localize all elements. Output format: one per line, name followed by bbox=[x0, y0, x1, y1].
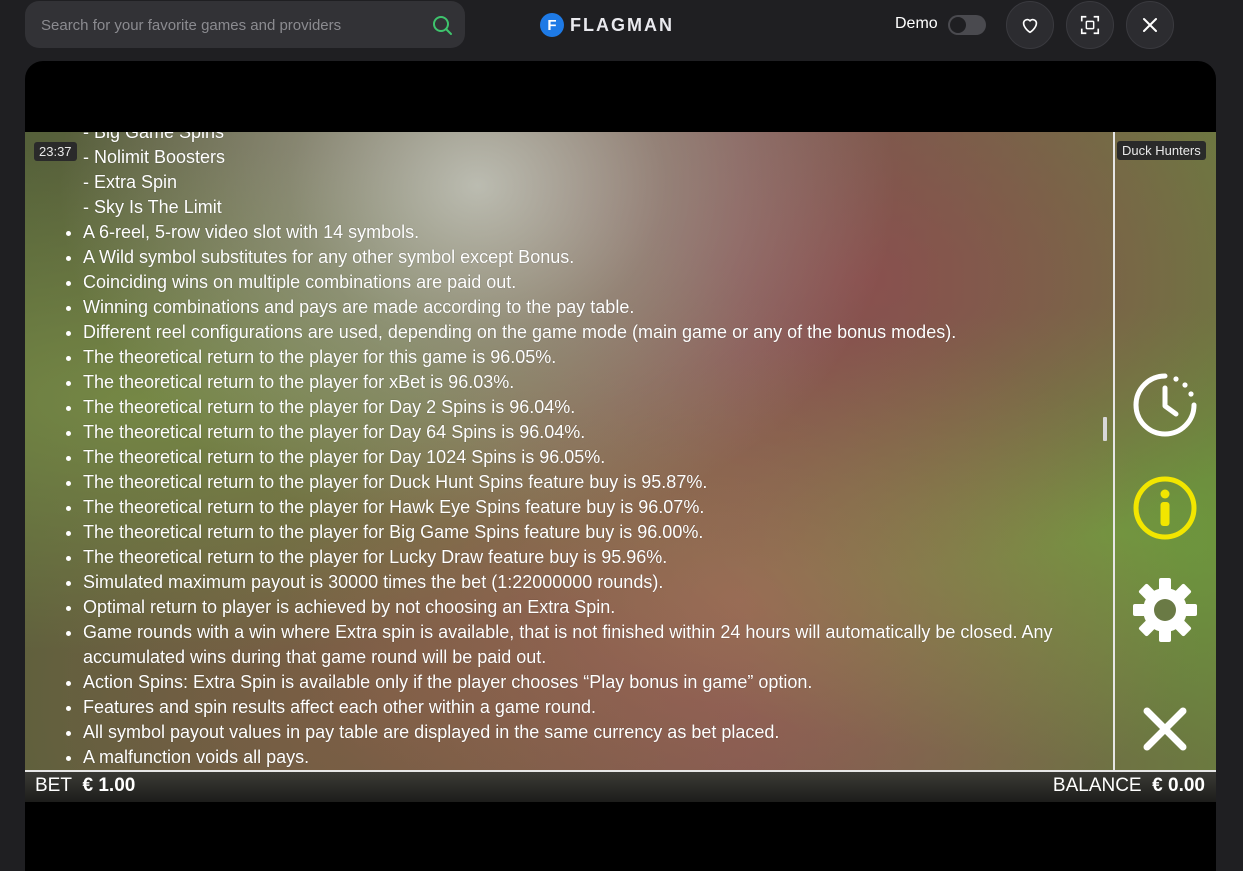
list-item: The theoretical return to the player for… bbox=[83, 370, 1123, 395]
rules-scroll-thumb[interactable] bbox=[1103, 417, 1107, 441]
history-icon bbox=[1133, 373, 1197, 437]
list-item: The theoretical return to the player for… bbox=[83, 345, 1123, 370]
bet-balance-bar: BET € 1.00 BALANCE € 0.00 bbox=[25, 772, 1216, 802]
demo-toggle[interactable] bbox=[948, 15, 986, 35]
list-item: Action Spins: Extra Spin is available on… bbox=[83, 670, 1123, 695]
gear-icon bbox=[1133, 578, 1197, 642]
list-item: Game rounds with a win where Extra spin … bbox=[83, 620, 1063, 670]
history-button[interactable] bbox=[1130, 370, 1200, 440]
page-scrollbar[interactable] bbox=[1228, 61, 1243, 871]
info-icon bbox=[1133, 476, 1197, 540]
heart-icon bbox=[1022, 18, 1038, 34]
close-icon bbox=[1143, 707, 1187, 751]
game-frame: - Big Game Spins - Nolimit Boosters - Ex… bbox=[25, 61, 1216, 871]
list-item: Simulated maximum payout is 30000 times … bbox=[83, 570, 1123, 595]
game-title: Duck Hunters bbox=[1117, 141, 1206, 160]
list-item: Features and spin results affect each ot… bbox=[83, 695, 1123, 720]
search-bar bbox=[25, 1, 465, 50]
balance-value: € 0.00 bbox=[1152, 775, 1205, 796]
demo-label: Demo bbox=[895, 15, 938, 32]
list-item: The theoretical return to the player for… bbox=[83, 520, 1123, 545]
logo-badge: F bbox=[540, 13, 564, 37]
fullscreen-icon bbox=[1080, 15, 1100, 35]
list-item: The theoretical return to the player for… bbox=[83, 470, 1123, 495]
favorite-button[interactable] bbox=[1006, 1, 1054, 49]
toggle-knob bbox=[950, 17, 966, 33]
close-icon bbox=[1143, 18, 1157, 32]
list-item: A 6-reel, 5-row video slot with 14 symbo… bbox=[83, 220, 1123, 245]
game-scene: - Big Game Spins - Nolimit Boosters - Ex… bbox=[25, 132, 1216, 802]
sub-item: - Big Game Spins bbox=[83, 132, 225, 142]
flagman-logo[interactable]: F FLAGMAN bbox=[540, 12, 674, 38]
close-button[interactable] bbox=[1126, 1, 1174, 49]
rules-content: - Big Game Spins - Nolimit Boosters - Ex… bbox=[63, 132, 1123, 770]
list-item: The theoretical return to the player for… bbox=[83, 545, 1123, 570]
sub-item: - Nolimit Boosters bbox=[83, 147, 226, 167]
list-item: A malfunction voids all pays. bbox=[83, 745, 1123, 770]
bet-value: € 1.00 bbox=[82, 775, 136, 796]
list-item: A Wild symbol substitutes for any other … bbox=[83, 245, 1123, 270]
list-item: All symbol payout values in pay table ar… bbox=[83, 720, 1123, 745]
close-rules-button[interactable] bbox=[1130, 694, 1200, 764]
list-item: Different reel configurations are used, … bbox=[83, 320, 1123, 345]
sub-item: - Sky Is The Limit bbox=[83, 197, 222, 217]
panel-divider-vertical bbox=[1113, 132, 1115, 772]
logo-text: FLAGMAN bbox=[570, 14, 674, 35]
balance-label: BALANCE bbox=[1052, 775, 1142, 796]
clock-time: 23:37 bbox=[34, 142, 77, 161]
list-item: The theoretical return to the player for… bbox=[83, 395, 1123, 420]
bet-display: BET € 1.00 bbox=[35, 775, 135, 797]
list-item: Optimal return to player is achieved by … bbox=[83, 595, 1123, 620]
search-input[interactable] bbox=[25, 1, 423, 50]
search-icon[interactable] bbox=[431, 14, 453, 36]
list-item: Winning combinations and pays are made a… bbox=[83, 295, 1123, 320]
list-item: The theoretical return to the player for… bbox=[83, 420, 1123, 445]
rules-list: A 6-reel, 5-row video slot with 14 symbo… bbox=[63, 220, 1123, 770]
sub-item: - Extra Spin bbox=[83, 172, 178, 192]
settings-button[interactable] bbox=[1130, 575, 1200, 645]
list-item: The theoretical return to the player for… bbox=[83, 495, 1123, 520]
bet-label: BET bbox=[35, 775, 72, 796]
balance-display: BALANCE € 0.00 bbox=[1053, 775, 1205, 797]
list-item: Coinciding wins on multiple combinations… bbox=[83, 270, 1123, 295]
info-button[interactable] bbox=[1130, 473, 1200, 543]
fullscreen-button[interactable] bbox=[1066, 1, 1114, 49]
list-item: The theoretical return to the player for… bbox=[83, 445, 1123, 470]
